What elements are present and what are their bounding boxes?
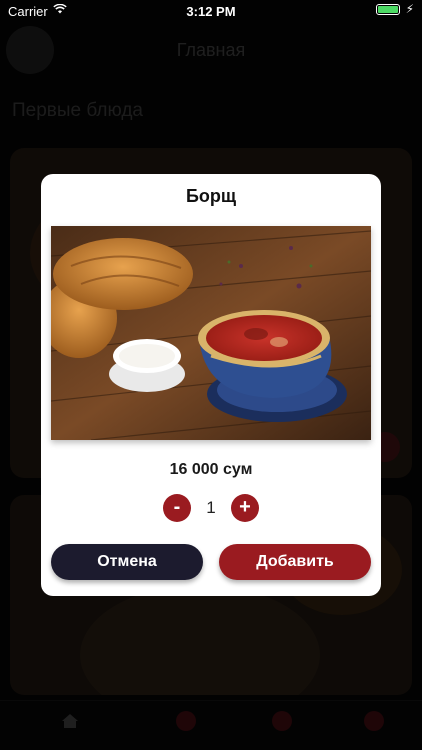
dish-price: 16 000 сум bbox=[169, 461, 253, 478]
clock: 3:12 PM bbox=[186, 4, 236, 19]
charging-bolt-icon: ⚡ bbox=[405, 2, 414, 16]
increase-quantity-button[interactable]: + bbox=[231, 494, 259, 522]
dish-photo bbox=[51, 226, 371, 440]
cancel-button[interactable]: Отмена bbox=[51, 544, 203, 580]
status-bar: Carrier 3:12 PM ⚡ bbox=[0, 0, 422, 22]
decrease-quantity-button[interactable]: - bbox=[163, 494, 191, 522]
app-screen: Carrier 3:12 PM ⚡ Главная Первые блюда Б… bbox=[0, 0, 422, 750]
quantity-value: 1 bbox=[206, 498, 216, 517]
dish-title: Борщ bbox=[185, 186, 237, 206]
borscht-illustration bbox=[51, 226, 371, 440]
add-to-cart-button[interactable]: Добавить bbox=[219, 544, 371, 580]
battery-level bbox=[378, 6, 398, 13]
add-dish-dialog: Борщ 16 000 сум - 1 + Отмена Добавить bbox=[41, 174, 381, 596]
battery-icon bbox=[376, 4, 400, 15]
